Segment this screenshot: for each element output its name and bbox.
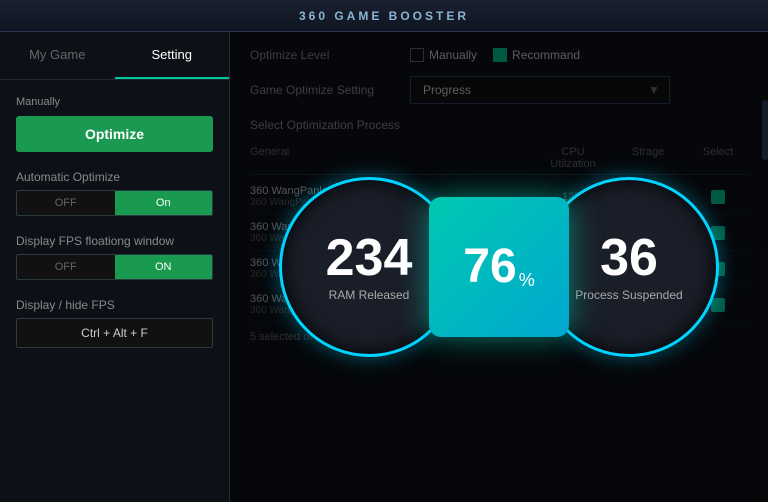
content-area: Optimize Level Manually Recommand Game O… bbox=[230, 32, 768, 502]
optimize-button[interactable]: Optimize bbox=[16, 116, 213, 152]
manually-checkbox-label: Manually bbox=[429, 48, 477, 62]
auto-toggle-on[interactable]: On bbox=[115, 191, 213, 215]
gauge-unit: % bbox=[519, 270, 535, 291]
auto-optimize-toggle[interactable]: OFF On bbox=[16, 190, 213, 216]
display-fps-label: Display FPS floationg window bbox=[16, 234, 213, 248]
sidebar-content: Manually Optimize Automatic Optimize OFF… bbox=[0, 80, 229, 364]
ram-released-label: RAM Released bbox=[329, 288, 410, 302]
manually-checkbox[interactable]: Manually bbox=[410, 48, 477, 62]
hide-show-label: Display / hide FPS bbox=[16, 298, 213, 312]
sidebar: My Game Setting Manually Optimize Automa… bbox=[0, 32, 230, 502]
scrollbar-thumb[interactable] bbox=[762, 100, 768, 160]
display-fps-toggle[interactable]: OFF ON bbox=[16, 254, 213, 280]
select-process-title: Select Optimization Process bbox=[250, 118, 748, 132]
recommand-checkbox-box bbox=[493, 48, 507, 62]
game-optimize-label: Game Optimize Setting bbox=[250, 83, 410, 97]
process-suspended-label: Process Suspended bbox=[575, 288, 682, 302]
center-gauge: 76 % bbox=[429, 197, 569, 337]
auto-toggle-off[interactable]: OFF bbox=[17, 191, 115, 215]
game-optimize-row: Game Optimize Setting Progress ▼ bbox=[250, 76, 748, 104]
optimize-level-label: Optimize Level bbox=[250, 48, 410, 62]
ram-released-number: 234 bbox=[326, 232, 413, 284]
tabs: My Game Setting bbox=[0, 32, 229, 80]
optimize-level-row: Optimize Level Manually Recommand bbox=[250, 48, 748, 62]
manually-label: Manually bbox=[16, 96, 213, 108]
recommand-checkbox[interactable]: Recommand bbox=[493, 48, 580, 62]
col-cpu-header: CPU Utilzation bbox=[538, 146, 608, 170]
table-header: General CPU Utilzation Strage Select bbox=[250, 142, 748, 175]
process-suspended-number: 36 bbox=[600, 232, 658, 284]
scrollbar[interactable] bbox=[762, 80, 768, 502]
display-toggle-on[interactable]: ON bbox=[115, 255, 213, 279]
hotkey-display: Ctrl + Alt + F bbox=[16, 318, 213, 348]
progress-dropdown[interactable]: Progress bbox=[410, 76, 670, 104]
gauge-percent: 76 bbox=[463, 243, 516, 291]
manually-checkbox-box bbox=[410, 48, 424, 62]
dropdown-wrapper: Progress ▼ bbox=[410, 76, 660, 104]
display-toggle-off[interactable]: OFF bbox=[17, 255, 115, 279]
col-storage-header: Strage bbox=[608, 146, 688, 170]
col-select-header: Select bbox=[688, 146, 748, 170]
tab-my-game[interactable]: My Game bbox=[0, 32, 115, 79]
auto-optimize-label: Automatic Optimize bbox=[16, 170, 213, 184]
recommand-checkbox-label: Recommand bbox=[512, 48, 580, 62]
main-container: My Game Setting Manually Optimize Automa… bbox=[0, 32, 768, 502]
title-bar: 360 GAME BOOSTER bbox=[0, 0, 768, 32]
app-title: 360 GAME BOOSTER bbox=[299, 9, 469, 23]
tab-setting[interactable]: Setting bbox=[115, 32, 230, 79]
stats-overlay: 234 RAM Released 76 % 36 Process Suspend… bbox=[279, 177, 719, 357]
col-general-header: General bbox=[250, 146, 538, 170]
